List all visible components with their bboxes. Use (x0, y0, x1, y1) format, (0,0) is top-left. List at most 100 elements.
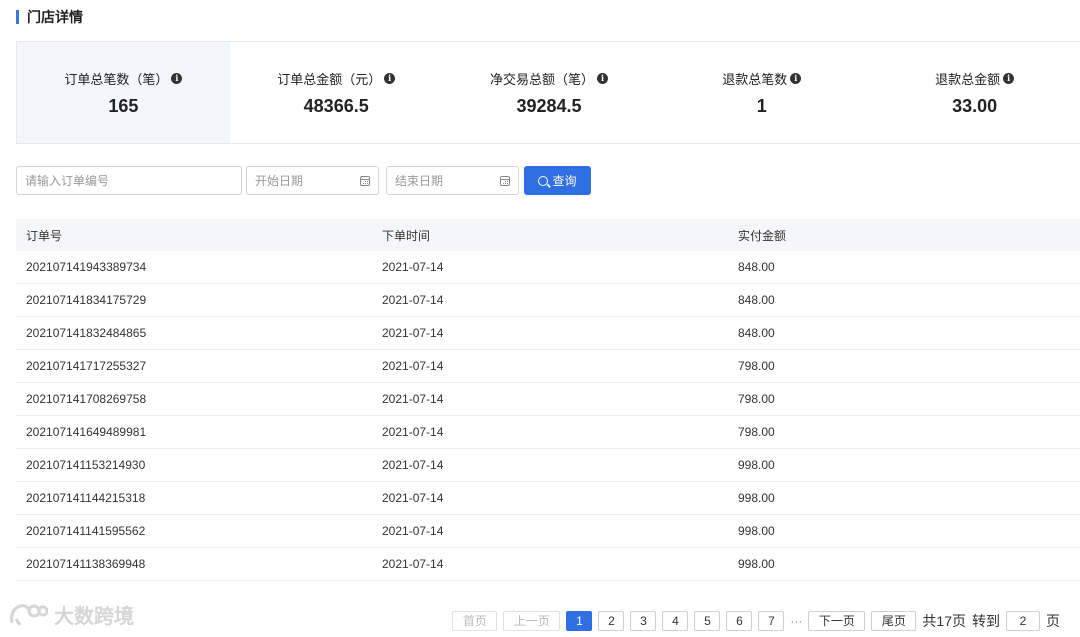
end-date-field[interactable] (386, 166, 519, 195)
order-time-cell: 2021-07-14 (372, 251, 728, 284)
order-number-input[interactable] (25, 173, 233, 188)
calendar-icon[interactable] (359, 175, 370, 186)
order-number-cell: 202107141144215318 (16, 481, 372, 515)
order-number-cell: 202107141153214930 (16, 448, 372, 482)
stat-value: 48366.5 (303, 95, 369, 116)
order-time-cell: 2021-07-14 (372, 415, 728, 449)
table-row: 202107141832484865 2021-07-14 848.00 (16, 316, 1080, 350)
stat-label: 订单总金额（元） (277, 71, 382, 87)
stat-card-refund-count: 退款总笔数 i 1 (655, 42, 868, 143)
paid-amount-cell: 848.00 (728, 316, 1080, 350)
start-date-field[interactable] (246, 166, 379, 195)
watermark-text: 大数跨境 (54, 606, 134, 628)
search-button[interactable]: 查询 (524, 166, 591, 195)
page-ellipsis: ··· (790, 613, 803, 628)
goto-page-input[interactable] (1006, 610, 1040, 631)
page-button-6[interactable]: 6 (726, 610, 753, 631)
table-row: 202107141141595562 2021-07-14 998.00 (16, 514, 1080, 548)
last-page-button[interactable]: 尾页 (871, 610, 917, 631)
order-time-cell: 2021-07-14 (372, 481, 728, 515)
stat-label: 订单总笔数（笔） (64, 71, 169, 87)
table-row: 202107141834175729 2021-07-14 848.00 (16, 283, 1080, 317)
column-header-paid-amount: 实付金额 (728, 219, 1080, 251)
stat-value: 165 (108, 95, 139, 116)
info-icon[interactable]: i (171, 72, 183, 84)
prev-page-button[interactable]: 上一页 (503, 610, 561, 631)
table-header-row: 订单号 下单时间 实付金额 (16, 219, 1080, 251)
order-number-cell: 202107141138369948 (16, 547, 372, 581)
stat-card-net-amount: 净交易总额（笔） i 39284.5 (443, 42, 656, 143)
search-icon (538, 175, 549, 186)
page-button-1[interactable]: 1 (566, 610, 593, 631)
paid-amount-cell: 848.00 (728, 251, 1080, 284)
stat-label-wrap: 退款总金额 i (935, 69, 1015, 88)
page-header: 门店详情 (16, 0, 1080, 34)
page-total: 共17页 (922, 612, 966, 629)
first-page-button[interactable]: 首页 (452, 610, 498, 631)
goto-label: 转到 (972, 612, 1000, 629)
page-button-7[interactable]: 7 (758, 610, 785, 631)
order-time-cell: 2021-07-14 (372, 382, 728, 416)
order-time-cell: 2021-07-14 (372, 349, 728, 383)
order-number-cell: 202107141832484865 (16, 316, 372, 350)
order-number-cell: 202107141717255327 (16, 349, 372, 383)
order-number-cell: 202107141649489981 (16, 415, 372, 449)
table-row: 202107141943389734 2021-07-14 848.00 (16, 251, 1080, 284)
stat-label-wrap: 订单总笔数（笔） i (64, 69, 183, 88)
stat-label: 净交易总额（笔） (489, 71, 594, 87)
paid-amount-cell: 798.00 (728, 415, 1080, 449)
stat-label: 退款总笔数 (722, 71, 788, 87)
stat-label-wrap: 净交易总额（笔） i (490, 69, 608, 88)
page-button-3[interactable]: 3 (630, 610, 657, 631)
page-button-4[interactable]: 4 (662, 610, 689, 631)
table-row: 202107141138369948 2021-07-14 998.00 (16, 547, 1080, 581)
goto-suffix: 页 (1046, 612, 1060, 629)
search-button-label: 查询 (552, 174, 577, 188)
table-row: 202107141649489981 2021-07-14 798.00 (16, 415, 1080, 449)
stat-label-wrap: 退款总笔数 i (722, 69, 802, 88)
table-row: 202107141153214930 2021-07-14 998.00 (16, 448, 1080, 482)
table-row: 202107141717255327 2021-07-14 798.00 (16, 349, 1080, 383)
table-row: 202107141708269758 2021-07-14 798.00 (16, 382, 1080, 416)
order-time-cell: 2021-07-14 (372, 283, 728, 317)
order-time-cell: 2021-07-14 (372, 514, 728, 548)
calendar-icon[interactable] (499, 175, 510, 186)
stat-card-refund-amount: 退款总金额 i 33.00 (868, 42, 1080, 143)
stat-value: 33.00 (952, 95, 998, 116)
stat-label-wrap: 订单总金额（元） i (277, 69, 396, 88)
title-accent-bar (16, 10, 19, 24)
order-number-field (16, 166, 242, 195)
page-button-5[interactable]: 5 (694, 610, 721, 631)
end-date-input[interactable] (395, 173, 500, 188)
column-header-order-time: 下单时间 (372, 219, 728, 251)
stat-card-order-amount: 订单总金额（元） i 48366.5 (230, 42, 443, 143)
filter-bar: 查询 (16, 166, 591, 195)
stat-value: 1 (756, 95, 767, 116)
column-header-order-number: 订单号 (16, 219, 372, 251)
watermark-logo-icon (10, 603, 48, 626)
pagination: 首页 上一页 1 2 3 4 5 6 7 ··· 下一页 尾页 共17页 转到 … (452, 609, 1080, 632)
stat-label: 退款总金额 (935, 71, 1001, 87)
order-time-cell: 2021-07-14 (372, 547, 728, 581)
table-row: 202107141144215318 2021-07-14 998.00 (16, 481, 1080, 515)
page-title: 门店详情 (27, 9, 83, 25)
paid-amount-cell: 798.00 (728, 349, 1080, 383)
orders-table: 订单号 下单时间 实付金额 202107141943389734 2021-07-… (16, 219, 1080, 581)
stat-card-order-count: 订单总笔数（笔） i 165 (17, 42, 230, 143)
info-icon[interactable]: i (790, 72, 802, 84)
info-icon[interactable]: i (384, 72, 396, 84)
page-button-2[interactable]: 2 (598, 610, 625, 631)
next-page-button[interactable]: 下一页 (808, 610, 866, 631)
info-icon[interactable]: i (1003, 72, 1015, 84)
order-number-cell: 202107141708269758 (16, 382, 372, 416)
order-time-cell: 2021-07-14 (372, 448, 728, 482)
paid-amount-cell: 998.00 (728, 514, 1080, 548)
start-date-input[interactable] (255, 173, 360, 188)
paid-amount-cell: 848.00 (728, 283, 1080, 317)
order-number-cell: 202107141943389734 (16, 251, 372, 284)
stats-panel: 订单总笔数（笔） i 165 订单总金额（元） i 48366.5 净交易总额（… (16, 42, 1080, 144)
paid-amount-cell: 998.00 (728, 547, 1080, 581)
watermark: 大数跨境 (8, 600, 134, 629)
info-icon[interactable]: i (597, 72, 608, 84)
stat-value: 39284.5 (516, 95, 582, 116)
